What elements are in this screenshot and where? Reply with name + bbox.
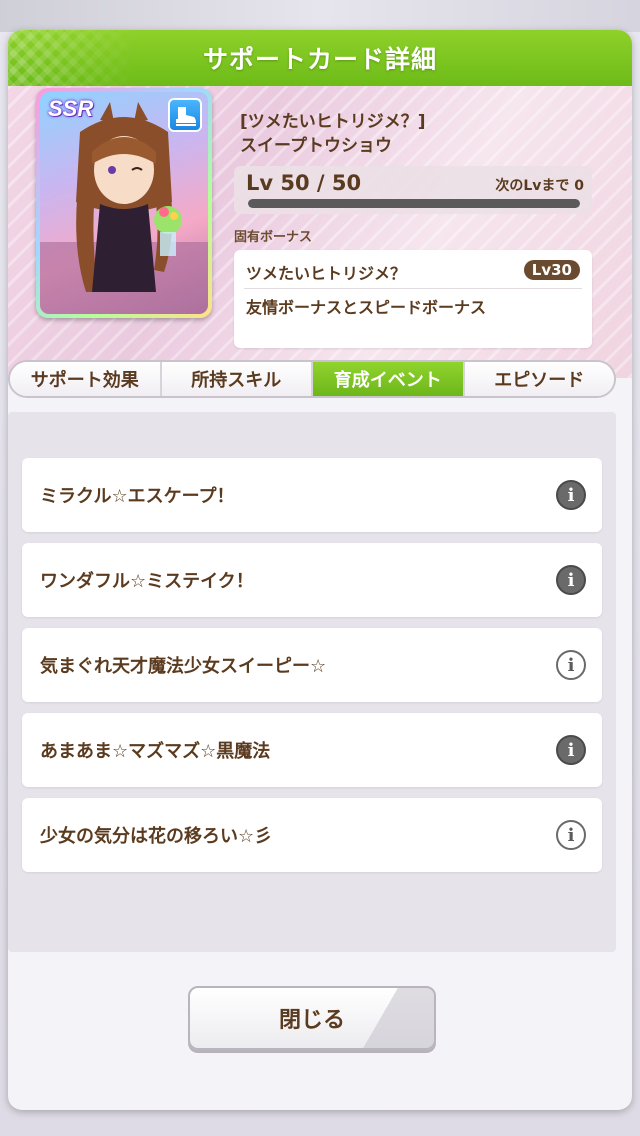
speed-type-icon	[168, 98, 202, 132]
tab-label: 育成イベント	[333, 370, 442, 391]
tab-label: 所持スキル	[191, 370, 282, 391]
card-name: [ツメたいヒトリジメ？] スイープトウショウ	[240, 110, 426, 158]
tab-label: サポート効果	[30, 370, 139, 391]
tab-owned-skills[interactable]: 所持スキル	[161, 362, 313, 396]
unique-bonus-level-badge: Lv30	[523, 260, 580, 280]
tab-episode[interactable]: エピソード	[464, 362, 614, 396]
card-art: SSR	[40, 92, 208, 314]
close-button-label: 閉じる	[278, 1008, 345, 1033]
detail-tabs: サポート効果 所持スキル 育成イベント エピソード	[8, 360, 616, 398]
info-icon[interactable]: i	[556, 565, 586, 595]
unique-bonus-label: 固有ボーナス	[234, 230, 313, 245]
next-level-text: 次のLvまで 0	[495, 178, 584, 194]
event-item[interactable]: 気まぐれ天才魔法少女スイーピー☆ i	[22, 628, 602, 702]
event-label: 気まぐれ天才魔法少女スイーピー☆	[40, 656, 327, 677]
character-name: スイープトウショウ	[240, 136, 392, 156]
tab-label: エピソード	[494, 370, 585, 391]
close-button[interactable]: 閉じる	[188, 986, 436, 1050]
background-strip	[0, 0, 640, 32]
boot-icon	[176, 107, 196, 126]
card-title: [ツメたいヒトリジメ？]	[240, 112, 426, 132]
info-icon[interactable]: i	[556, 650, 586, 680]
event-label: 少女の気分は花の移ろい☆彡	[40, 826, 273, 847]
level-box: Lv 50 / 50 次のLvまで 0	[234, 166, 592, 214]
event-item[interactable]: ミラクル☆エスケープ！ i	[22, 458, 602, 532]
bonus-divider	[244, 288, 582, 289]
event-label: あまあま☆マズマズ☆黒魔法	[40, 741, 271, 762]
level-progress-fill	[248, 199, 580, 208]
event-item[interactable]: 少女の気分は花の移ろい☆彡 i	[22, 798, 602, 872]
support-card-image[interactable]: SSR	[36, 88, 212, 318]
tab-training-events[interactable]: 育成イベント	[313, 362, 465, 396]
unique-bonus-description: 友情ボーナスとスピードボーナス	[246, 298, 487, 317]
event-label: ミラクル☆エスケープ！	[40, 486, 235, 507]
modal-header: サポートカード詳細	[8, 30, 632, 86]
info-icon[interactable]: i	[556, 735, 586, 765]
info-icon[interactable]: i	[556, 480, 586, 510]
unique-bonus-title: ツメたいヒトリジメ？	[246, 264, 407, 283]
event-item[interactable]: あまあま☆マズマズ☆黒魔法 i	[22, 713, 602, 787]
info-icon[interactable]: i	[556, 820, 586, 850]
event-item[interactable]: ワンダフル☆ミステイク！ i	[22, 543, 602, 617]
modal-title: サポートカード詳細	[202, 45, 437, 74]
event-label: ワンダフル☆ミステイク！	[40, 571, 254, 592]
tab-support-effect[interactable]: サポート効果	[10, 362, 162, 396]
unique-bonus-box: ツメたいヒトリジメ？ Lv30 友情ボーナスとスピードボーナス	[234, 250, 592, 348]
level-text: Lv 50 / 50	[246, 171, 362, 195]
level-progress-bar	[248, 199, 580, 208]
event-list-panel: ミラクル☆エスケープ！ i ワンダフル☆ミステイク！ i 気まぐれ天才魔法少女ス…	[8, 412, 616, 952]
rarity-badge: SSR	[48, 96, 94, 121]
